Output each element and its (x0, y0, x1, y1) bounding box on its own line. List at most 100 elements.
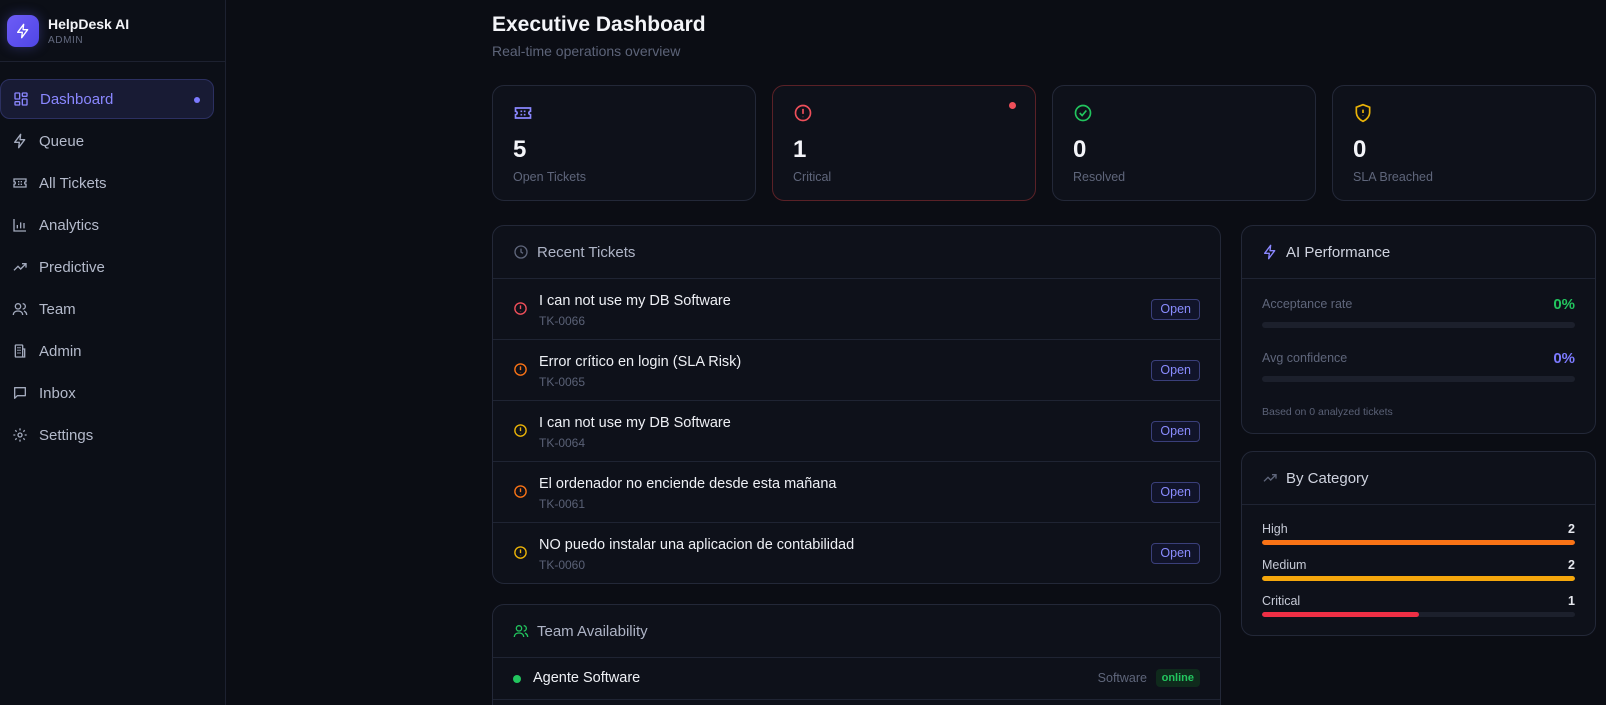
priority-alert-icon (513, 423, 528, 438)
sidebar-item-dashboard[interactable]: Dashboard (0, 79, 214, 119)
sidebar-item-label: Inbox (39, 384, 76, 402)
brand-logo-bolt-icon[interactable] (7, 14, 39, 47)
category-row-high: High 2 (1262, 522, 1575, 545)
sidebar-item-queue[interactable]: Queue (0, 121, 214, 161)
ticket-title: El ordenador no enciende desde esta maña… (539, 476, 837, 492)
ai-analysis-note: Based on 0 analyzed tickets (1262, 406, 1393, 418)
team-member-name: Agente Software (533, 670, 641, 686)
stat-value: 0 (1073, 136, 1087, 163)
stat-value: 5 (513, 136, 527, 163)
stat-card-critical[interactable]: 1 Critical (772, 85, 1036, 201)
ticket-status-badge[interactable]: Open (1151, 543, 1200, 564)
sidebar-item-label: Queue (39, 132, 85, 150)
ticket-title: NO puedo instalar una aplicacion de cont… (539, 537, 855, 553)
ticket-title: I can not use my DB Software (539, 293, 731, 309)
stat-label: Critical (793, 170, 832, 184)
sidebar-item-label: Analytics (39, 216, 100, 234)
stat-card-resolved[interactable]: 0 Resolved (1052, 85, 1316, 201)
category-bar-fill (1262, 612, 1419, 617)
trending-up-icon (12, 259, 28, 275)
ticket-id: TK-0064 (539, 436, 586, 450)
metric-label: Avg confidence (1262, 351, 1348, 365)
alert-circle-icon (793, 103, 813, 123)
ticket-title: I can not use my DB Software (539, 415, 731, 431)
ticket-status-badge[interactable]: Open (1151, 299, 1200, 320)
category-row-critical: Critical 1 (1262, 594, 1575, 617)
acceptance-progress-track (1262, 322, 1575, 328)
stat-value: 0 (1353, 136, 1367, 163)
ticket-title: Error crítico en login (SLA Risk) (539, 354, 742, 370)
users-icon (513, 623, 529, 639)
brand-name: HelpDesk AI (48, 15, 130, 32)
category-label: Medium (1262, 558, 1307, 572)
sidebar-item-label: All Tickets (39, 174, 107, 192)
ticket-id: TK-0066 (539, 314, 586, 328)
panel-header: By Category (1242, 452, 1595, 505)
sidebar-nav: Dashboard Queue All Tickets Analytics Pr… (0, 79, 214, 457)
by-category-panel: By Category High 2 Medium 2 Critical 1 (1241, 451, 1596, 636)
metric-label: Acceptance rate (1262, 297, 1353, 311)
panel-title: AI Performance (1286, 243, 1391, 261)
stat-card-sla-breached[interactable]: 0 SLA Breached (1332, 85, 1596, 201)
category-bar-track (1262, 576, 1575, 581)
ticket-row[interactable]: I can not use my DB Software TK-0066 Ope… (493, 279, 1220, 340)
sidebar-item-predictive[interactable]: Predictive (0, 247, 214, 287)
clock-icon (513, 244, 529, 260)
avg-confidence-metric: Avg confidence 0% (1262, 350, 1575, 382)
sidebar-item-label: Settings (39, 426, 94, 444)
team-member-status-badge: online (1155, 669, 1200, 687)
bolt-icon (1262, 244, 1278, 260)
ticket-row[interactable]: NO puedo instalar una aplicacion de cont… (493, 523, 1220, 583)
bolt-icon (12, 133, 28, 149)
stat-value: 1 (793, 136, 807, 163)
sidebar-item-label: Predictive (39, 258, 105, 276)
category-label: High (1262, 522, 1288, 536)
stat-label: SLA Breached (1353, 170, 1433, 184)
priority-alert-icon (513, 484, 528, 499)
brand: HelpDesk AI ADMIN (0, 0, 225, 62)
ticket-row[interactable]: Error crítico en login (SLA Risk) TK-006… (493, 340, 1220, 401)
category-bar-fill (1262, 540, 1575, 545)
ticket-id: TK-0065 (539, 375, 586, 389)
priority-alert-icon (513, 301, 528, 316)
ticket-id: TK-0061 (539, 497, 586, 511)
critical-alert-dot (1009, 102, 1016, 109)
ticket-row[interactable]: El ordenador no enciende desde esta maña… (493, 462, 1220, 523)
sidebar-item-settings[interactable]: Settings (0, 415, 214, 455)
page-title: Executive Dashboard (492, 13, 706, 36)
panel-header: Team Availability (493, 605, 1220, 658)
team-member-row[interactable]: Agente Software Software online (493, 658, 1220, 700)
ticket-icon (513, 103, 533, 123)
sidebar-item-all-tickets[interactable]: All Tickets (0, 163, 214, 203)
confidence-progress-track (1262, 376, 1575, 382)
metric-value: 0% (1553, 350, 1575, 367)
online-status-dot (513, 675, 521, 683)
shield-alert-icon (1353, 103, 1373, 123)
recent-tickets-panel: Recent Tickets I can not use my DB Softw… (492, 225, 1221, 584)
stat-card-open-tickets[interactable]: 5 Open Tickets (492, 85, 756, 201)
sidebar-item-team[interactable]: Team (0, 289, 214, 329)
category-bar-track (1262, 540, 1575, 545)
ticket-list: I can not use my DB Software TK-0066 Ope… (493, 279, 1220, 583)
ticket-row[interactable]: I can not use my DB Software TK-0064 Ope… (493, 401, 1220, 462)
ticket-status-badge[interactable]: Open (1151, 421, 1200, 442)
acceptance-rate-metric: Acceptance rate 0% (1262, 296, 1575, 328)
sidebar: HelpDesk AI ADMIN Dashboard Queue All Ti… (0, 0, 226, 705)
ticket-status-badge[interactable]: Open (1151, 360, 1200, 381)
category-count: 2 (1568, 558, 1575, 572)
sidebar-item-inbox[interactable]: Inbox (0, 373, 214, 413)
dashboard-grid-icon (13, 91, 29, 107)
ticket-icon (12, 175, 28, 191)
panel-title: By Category (1286, 469, 1369, 487)
sidebar-item-admin[interactable]: Admin (0, 331, 214, 371)
sidebar-item-analytics[interactable]: Analytics (0, 205, 214, 245)
ticket-status-badge[interactable]: Open (1151, 482, 1200, 503)
panel-title: Team Availability (537, 622, 648, 640)
category-bar-track (1262, 612, 1575, 617)
message-icon (12, 385, 28, 401)
sidebar-item-label: Team (39, 300, 76, 318)
category-count: 2 (1568, 522, 1575, 536)
category-row-medium: Medium 2 (1262, 558, 1575, 581)
brand-role: ADMIN (48, 34, 84, 46)
panel-header: Recent Tickets (493, 226, 1220, 279)
